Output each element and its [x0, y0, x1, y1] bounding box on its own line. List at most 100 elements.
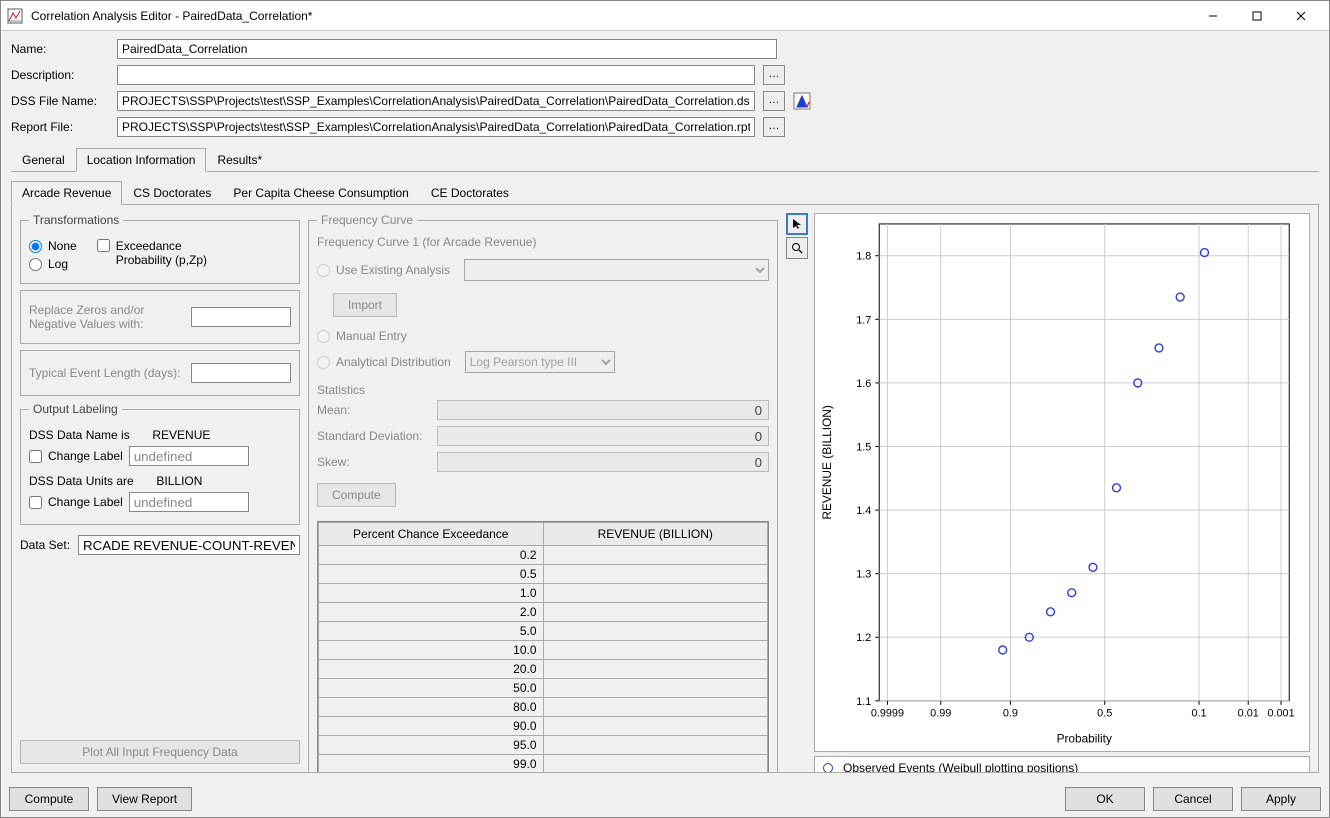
description-edit-button[interactable]: …	[763, 65, 785, 85]
svg-text:1.3: 1.3	[856, 569, 871, 581]
view-report-button[interactable]: View Report	[97, 787, 192, 811]
change-label-name-check[interactable]	[29, 450, 42, 463]
minimize-button[interactable]	[1191, 2, 1235, 30]
table-row[interactable]: 0.2	[319, 546, 768, 565]
dss-field[interactable]	[117, 91, 755, 111]
transformations-group: Transformations None Log Exceedance Prob…	[20, 213, 300, 284]
table-row[interactable]: 95.0	[319, 736, 768, 755]
cell-revenue	[543, 679, 768, 698]
radio-none-label: None	[48, 239, 77, 253]
table-row[interactable]: 20.0	[319, 660, 768, 679]
freq-sub: Frequency Curve 1 (for Arcade Revenue)	[317, 235, 769, 249]
name-row: Name:	[11, 39, 1319, 59]
close-button[interactable]	[1279, 2, 1323, 30]
content-area: Name: Description: … DSS File Name: … Re…	[1, 31, 1329, 781]
cell-exceedance: 80.0	[319, 698, 544, 717]
tab-general[interactable]: General	[11, 148, 76, 172]
exceedance-table: Percent Chance Exceedance REVENUE (BILLI…	[318, 522, 768, 773]
sub-tabs: Arcade Revenue CS Doctorates Per Capita …	[11, 180, 1319, 205]
zoom-tool[interactable]	[786, 237, 808, 259]
cell-revenue	[543, 622, 768, 641]
subtab-cs-doctorates[interactable]: CS Doctorates	[122, 181, 222, 205]
distribution-select: Log Pearson type III	[465, 351, 615, 373]
replace-input	[191, 307, 291, 327]
footer-bar: Compute View Report OK Cancel Apply	[1, 781, 1329, 817]
analytical-label: Analytical Distribution	[336, 355, 451, 369]
mean-field	[437, 400, 769, 420]
import-button: Import	[333, 293, 397, 317]
sd-field	[437, 426, 769, 446]
svg-text:0.01: 0.01	[1238, 708, 1259, 720]
subtab-ce-doctorates[interactable]: CE Doctorates	[420, 181, 520, 205]
check-exceedance-label: Exceedance Probability (p,Zp)	[116, 239, 226, 267]
cell-revenue	[543, 660, 768, 679]
dss-plot-icon[interactable]	[793, 92, 811, 110]
subtab-cheese[interactable]: Per Capita Cheese Consumption	[222, 181, 419, 205]
tab-location-information[interactable]: Location Information	[76, 148, 207, 172]
ok-button[interactable]: OK	[1065, 787, 1145, 811]
left-column: Transformations None Log Exceedance Prob…	[20, 213, 300, 764]
change-label-units-input	[129, 492, 249, 512]
dss-name-is-label: DSS Data Name is	[29, 428, 130, 442]
plot-all-input-button[interactable]: Plot All Input Frequency Data	[20, 740, 300, 764]
dataset-field[interactable]	[78, 535, 300, 555]
cell-revenue	[543, 717, 768, 736]
sd-label: Standard Deviation:	[317, 429, 437, 443]
tab-results[interactable]: Results*	[206, 148, 273, 172]
output-labeling-group: Output Labeling DSS Data Name is REVENUE…	[20, 402, 300, 525]
table-row[interactable]: 5.0	[319, 622, 768, 641]
table-row[interactable]: 1.0	[319, 584, 768, 603]
maximize-button[interactable]	[1235, 2, 1279, 30]
svg-text:0.9999: 0.9999	[871, 708, 904, 720]
cancel-button[interactable]: Cancel	[1153, 787, 1233, 811]
compute-button[interactable]: Compute	[9, 787, 89, 811]
description-label: Description:	[11, 68, 109, 82]
svg-text:Probability: Probability	[1057, 732, 1112, 746]
table-row[interactable]: 80.0	[319, 698, 768, 717]
description-row: Description: …	[11, 65, 1319, 85]
legend-text: Observed Events (Weibull plotting positi…	[843, 761, 1078, 773]
subtab-arcade-revenue[interactable]: Arcade Revenue	[11, 181, 122, 205]
radio-analytical	[317, 356, 330, 369]
apply-button[interactable]: Apply	[1241, 787, 1321, 811]
cell-revenue	[543, 755, 768, 774]
dataset-label: Data Set:	[20, 538, 70, 552]
frequency-plot[interactable]: 1.11.21.31.41.51.61.71.80.99990.990.90.5…	[814, 213, 1310, 752]
table-header-exceedance: Percent Chance Exceedance	[319, 523, 544, 546]
skew-label: Skew:	[317, 455, 437, 469]
panel-area: Transformations None Log Exceedance Prob…	[11, 205, 1319, 773]
table-row[interactable]: 90.0	[319, 717, 768, 736]
table-row[interactable]: 2.0	[319, 603, 768, 622]
change-label-units-check[interactable]	[29, 496, 42, 509]
svg-text:1.6: 1.6	[856, 378, 871, 390]
table-row[interactable]: 99.0	[319, 755, 768, 774]
table-row[interactable]: 50.0	[319, 679, 768, 698]
svg-text:1.7: 1.7	[856, 314, 871, 326]
dss-browse-button[interactable]: …	[763, 91, 785, 111]
cell-exceedance: 50.0	[319, 679, 544, 698]
name-field[interactable]	[117, 39, 777, 59]
cell-exceedance: 10.0	[319, 641, 544, 660]
description-field[interactable]	[117, 65, 755, 85]
report-field[interactable]	[117, 117, 755, 137]
dss-row: DSS File Name: …	[11, 91, 1319, 111]
skew-field	[437, 452, 769, 472]
svg-text:0.5: 0.5	[1097, 708, 1112, 720]
pointer-tool[interactable]	[786, 213, 808, 235]
right-column: 1.11.21.31.41.51.61.71.80.99990.990.90.5…	[786, 213, 1310, 764]
dss-label: DSS File Name:	[11, 94, 109, 108]
transformations-legend: Transformations	[29, 213, 123, 227]
table-row[interactable]: 0.5	[319, 565, 768, 584]
report-browse-button[interactable]: …	[763, 117, 785, 137]
cell-revenue	[543, 584, 768, 603]
radio-none[interactable]	[29, 240, 42, 253]
exceedance-table-wrap: Percent Chance Exceedance REVENUE (BILLI…	[317, 521, 769, 773]
radio-log[interactable]	[29, 258, 42, 271]
cell-exceedance: 5.0	[319, 622, 544, 641]
dss-name-value: REVENUE	[152, 428, 210, 442]
radio-log-label: Log	[48, 257, 68, 271]
table-row[interactable]: 10.0	[319, 641, 768, 660]
svg-text:0.001: 0.001	[1267, 708, 1294, 720]
cell-revenue	[543, 603, 768, 622]
check-exceedance[interactable]	[97, 239, 110, 252]
